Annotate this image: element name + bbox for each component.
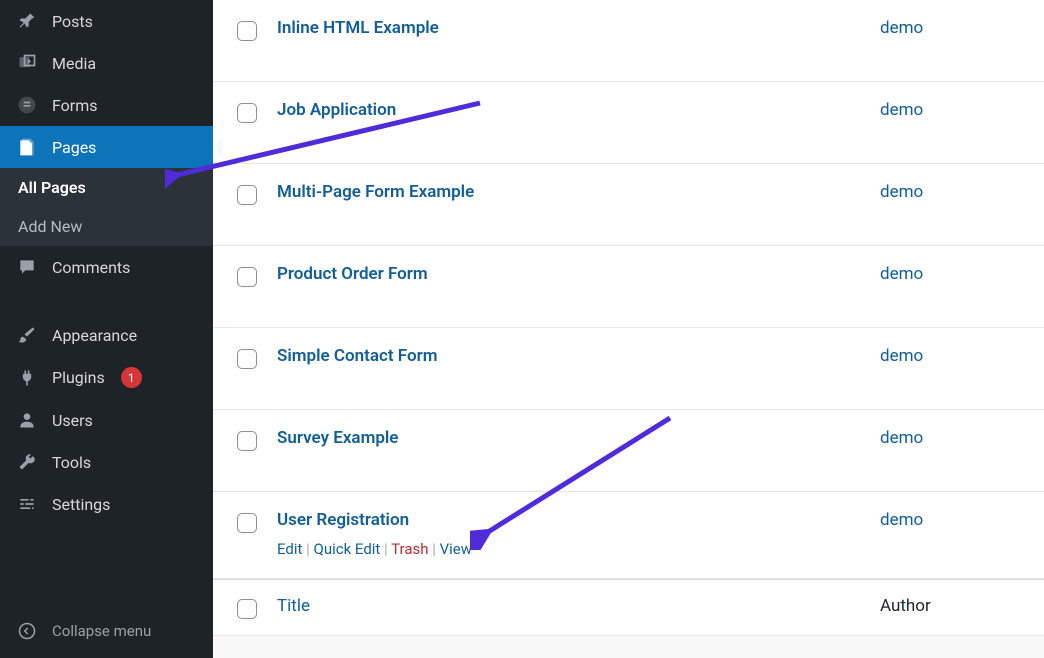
sidebar-item-label: Posts (52, 12, 93, 31)
row-checkbox[interactable] (237, 349, 257, 369)
collapse-label: Collapse menu (52, 622, 151, 640)
pin-icon (16, 11, 38, 31)
sidebar-item-tools[interactable]: Tools (0, 441, 213, 483)
row-checkbox[interactable] (237, 431, 257, 451)
wrench-icon (16, 452, 38, 472)
action-edit[interactable]: Edit (277, 540, 302, 558)
row-actions: Edit | Quick Edit | Trash | View (277, 540, 880, 558)
page-author-link[interactable]: demo (880, 182, 1020, 202)
action-view[interactable]: View (440, 540, 472, 558)
column-header-title[interactable]: Title (277, 596, 310, 616)
sidebar-item-label: Pages (52, 138, 96, 157)
forms-icon (16, 95, 38, 115)
sidebar-sub-add-new[interactable]: Add New (0, 207, 213, 246)
sidebar-item-settings[interactable]: Settings (0, 483, 213, 525)
sidebar-item-plugins[interactable]: Plugins 1 (0, 356, 213, 399)
row-checkbox[interactable] (237, 185, 257, 205)
page-author-link[interactable]: demo (880, 100, 1020, 120)
sidebar-item-comments[interactable]: Comments (0, 246, 213, 288)
select-all-checkbox[interactable] (237, 599, 257, 619)
page-author-link[interactable]: demo (880, 264, 1020, 284)
table-row: Multi-Page Form Example demo (213, 164, 1044, 246)
page-title-link[interactable]: User Registration (277, 510, 409, 530)
sidebar-item-label: Comments (52, 258, 130, 277)
user-icon (16, 410, 38, 430)
brush-icon (16, 325, 38, 345)
page-title-link[interactable]: Job Application (277, 100, 396, 120)
collapse-icon (16, 622, 38, 640)
page-title-link[interactable]: Multi-Page Form Example (277, 182, 474, 202)
sidebar-item-media[interactable]: Media (0, 42, 213, 84)
table-row: Product Order Form demo (213, 246, 1044, 328)
sidebar-item-label: Settings (52, 495, 110, 514)
media-icon (16, 53, 38, 73)
table-row: Survey Example demo (213, 410, 1044, 492)
page-title-link[interactable]: Simple Contact Form (277, 346, 437, 366)
page-author-link[interactable]: demo (880, 428, 1020, 448)
sidebar-submenu-pages: All Pages Add New (0, 168, 213, 246)
row-checkbox[interactable] (237, 21, 257, 41)
action-trash[interactable]: Trash (391, 540, 428, 558)
table-row: Job Application demo (213, 82, 1044, 164)
page-author-link[interactable]: demo (880, 18, 1020, 38)
column-header-author[interactable]: Author (880, 596, 1020, 616)
pages-icon (16, 137, 38, 157)
comment-icon (16, 257, 38, 277)
collapse-menu-button[interactable]: Collapse menu (0, 610, 213, 658)
page-title-link[interactable]: Inline HTML Example (277, 18, 439, 38)
sidebar-sub-all-pages[interactable]: All Pages (0, 168, 213, 207)
page-title-link[interactable]: Survey Example (277, 428, 398, 448)
row-checkbox[interactable] (237, 267, 257, 287)
row-checkbox[interactable] (237, 513, 257, 533)
sidebar-item-label: Users (52, 411, 93, 430)
sidebar-item-forms[interactable]: Forms (0, 84, 213, 126)
table-row: Simple Contact Form demo (213, 328, 1044, 410)
sidebar-item-label: Tools (52, 453, 91, 472)
pages-list-content: Inline HTML Example demo Job Application… (213, 0, 1044, 658)
sliders-icon (16, 494, 38, 514)
page-author-link[interactable]: demo (880, 510, 1020, 530)
sidebar-item-pages[interactable]: Pages (0, 126, 213, 168)
page-author-link[interactable]: demo (880, 346, 1020, 366)
plugins-update-badge: 1 (121, 367, 142, 388)
table-row: User Registration Edit | Quick Edit | Tr… (213, 492, 1044, 579)
admin-sidebar: Posts Media Forms Pages All Pages Add Ne… (0, 0, 213, 658)
sidebar-item-users[interactable]: Users (0, 399, 213, 441)
sidebar-item-label: Plugins (52, 368, 105, 387)
plug-icon (16, 368, 38, 388)
sidebar-item-label: Media (52, 54, 96, 73)
sidebar-item-appearance[interactable]: Appearance (0, 314, 213, 356)
page-title-link[interactable]: Product Order Form (277, 264, 428, 284)
sidebar-item-label: Appearance (52, 326, 137, 345)
action-quick-edit[interactable]: Quick Edit (314, 540, 381, 558)
sidebar-item-posts[interactable]: Posts (0, 0, 213, 42)
table-footer: Title Author (213, 579, 1044, 636)
row-checkbox[interactable] (237, 103, 257, 123)
table-row: Inline HTML Example demo (213, 0, 1044, 82)
sidebar-item-label: Forms (52, 96, 98, 115)
